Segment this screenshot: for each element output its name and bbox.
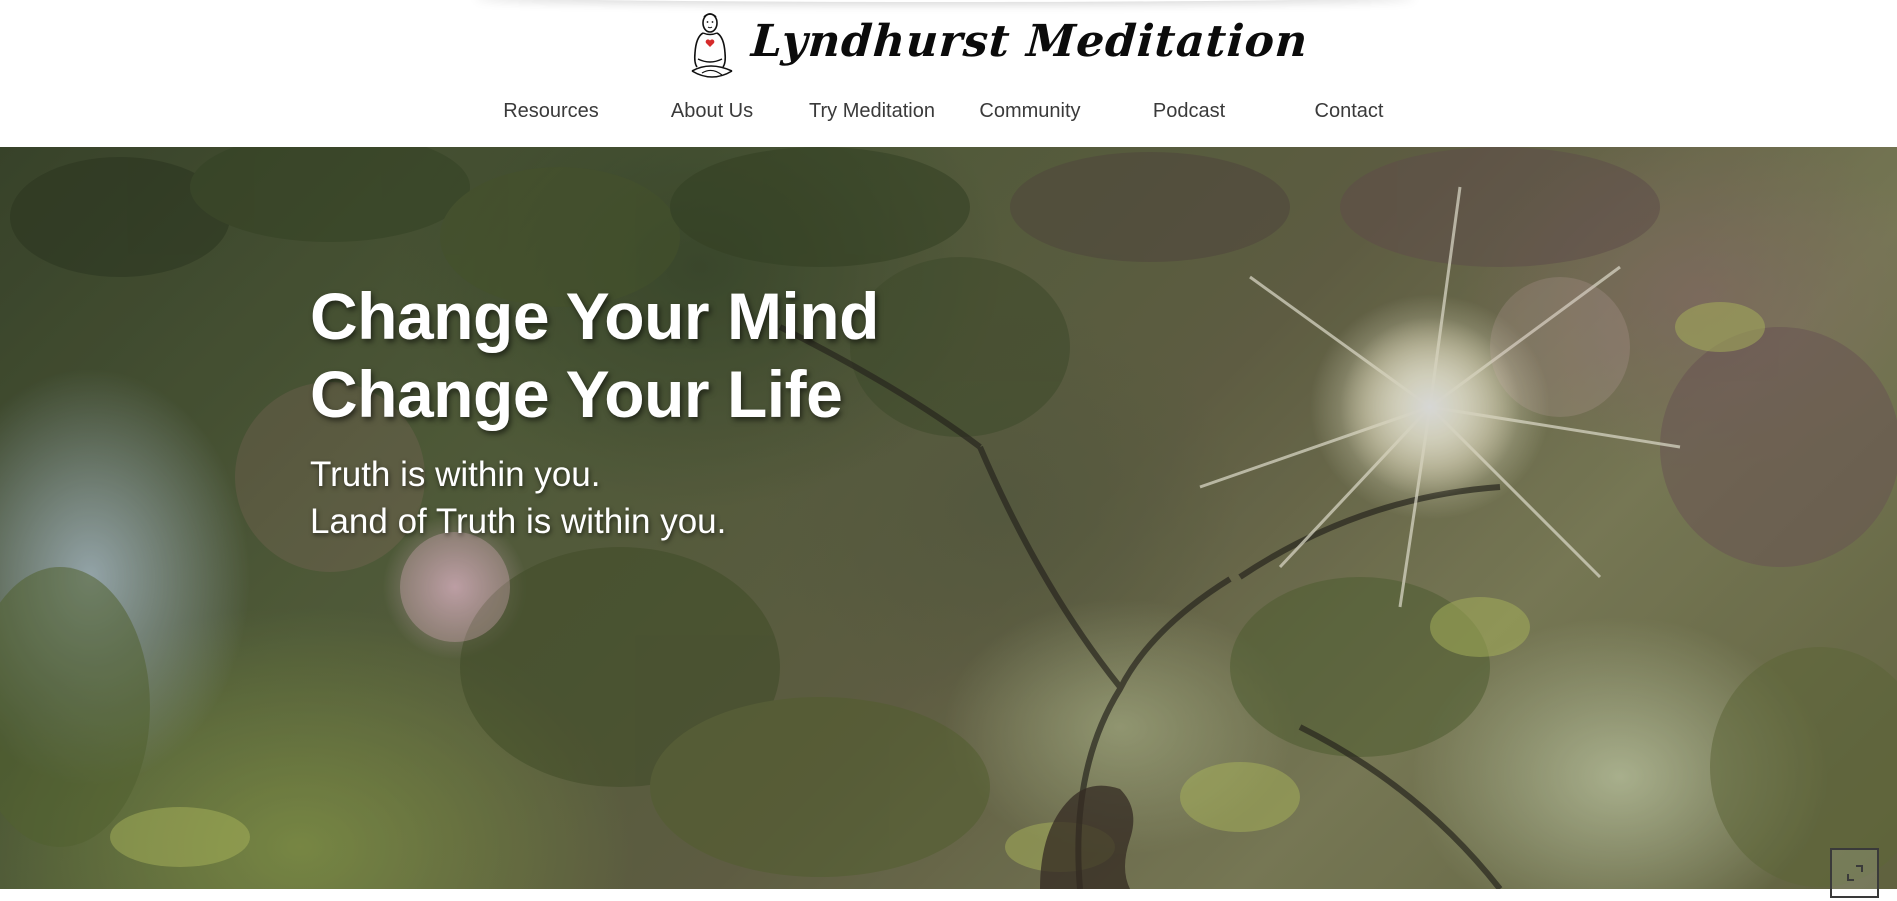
expand-icon xyxy=(1846,865,1863,881)
corner-expand-button[interactable] xyxy=(1830,848,1879,898)
hero-section: Change Your Mind Change Your Life Truth … xyxy=(0,147,1897,889)
hero-text-block: Change Your Mind Change Your Life Truth … xyxy=(310,277,879,545)
nav-item-podcast[interactable]: Podcast xyxy=(1119,96,1259,126)
nav-item-about-us[interactable]: About Us xyxy=(642,96,782,126)
hero-title-line-2: Change Your Life xyxy=(310,357,843,431)
hero-title: Change Your Mind Change Your Life xyxy=(310,277,879,433)
nav-item-try-meditation[interactable]: Try Meditation xyxy=(802,96,942,126)
site-logo-text: Lyndhurst Meditation xyxy=(749,15,1310,67)
header-shadow xyxy=(475,0,1415,2)
site-header: Lyndhurst Meditation Resources About Us … xyxy=(0,0,1897,147)
sunlit-tree-canopy-image xyxy=(0,147,1897,889)
hero-title-line-1: Change Your Mind xyxy=(310,279,879,353)
site-logo-link[interactable]: Lyndhurst Meditation xyxy=(688,10,1310,84)
page: Lyndhurst Meditation Resources About Us … xyxy=(0,0,1897,901)
nav-item-resources[interactable]: Resources xyxy=(481,96,621,126)
main-nav: Resources About Us Try Meditation Commun… xyxy=(0,96,1897,126)
nav-item-community[interactable]: Community xyxy=(960,96,1100,126)
hero-subtitle-line-1: Truth is within you. xyxy=(310,455,601,494)
hero-subtitle: Truth is within you. Land of Truth is wi… xyxy=(310,451,879,545)
nav-item-contact[interactable]: Contact xyxy=(1279,96,1419,126)
hero-subtitle-line-2: Land of Truth is within you. xyxy=(310,502,727,541)
meditating-figure-icon xyxy=(691,13,733,78)
